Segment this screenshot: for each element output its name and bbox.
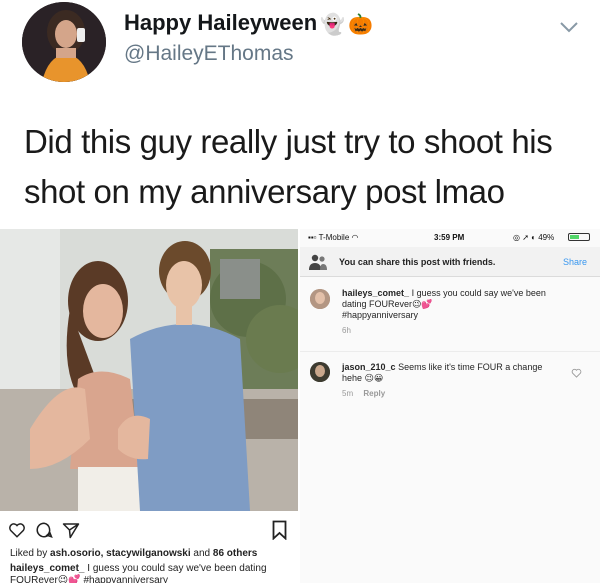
post-actions [8,520,80,540]
share-people-icon [308,253,328,271]
comment-username[interactable]: jason_210_c [342,362,396,372]
caption-emojis: 😉💕 [57,575,81,583]
liked-users[interactable]: ash.osorio, stacywilganowski [50,548,191,559]
heart-icon[interactable] [8,521,26,539]
share-message: You can share this post with friends. [339,257,496,267]
display-name[interactable]: Happy Haileyween 👻 🎃 [124,10,373,37]
liked-by-text: Liked by ash.osorio, stacywilganowski an… [10,548,257,559]
liked-middle: and [193,548,211,559]
comment-username[interactable]: haileys_comet_ [342,288,409,298]
heart-icon[interactable] [571,368,582,378]
caption-username[interactable]: haileys_comet_ [10,563,85,574]
comment-item: jason_210_c Seems like it's time FOUR a … [300,351,600,411]
share-button[interactable]: Share [563,257,587,267]
comment-icon[interactable] [35,521,53,539]
send-icon[interactable] [62,521,80,539]
commenter-avatar[interactable] [310,289,330,309]
profile-avatar[interactable] [22,2,106,82]
comment-text: haileys_comet_ I guess you could say we'… [342,288,546,320]
comment-item: haileys_comet_ I guess you could say we'… [300,281,600,345]
ghost-emoji-icon: 👻 [320,14,346,36]
battery-icon [568,233,590,241]
phone-screenshot: ▪▪▫ T-Mobile ◠ 3:59 PM ◎ ➚ ◐ 49% You can… [300,229,600,583]
liked-count[interactable]: 86 others [213,548,257,559]
comment-text: jason_210_c Seems like it's time FOUR a … [342,362,543,383]
comment-time: 5m [342,389,354,398]
comment-hashtag[interactable]: #happyanniversary [342,310,418,320]
comment-meta: 6h [342,326,351,335]
comment-emojis: 😉😀 [364,373,384,383]
post-caption: haileys_comet_ I guess you could say we'… [10,563,300,583]
status-time: 3:59 PM [434,233,465,242]
commenter-avatar[interactable] [310,362,330,382]
wifi-icon: ◠ [351,233,359,242]
comment-time: 6h [342,326,351,335]
caption-hashtag[interactable]: #happyanniversary [83,575,168,583]
bookmark-icon[interactable] [272,520,287,540]
reply-button[interactable]: Reply [363,389,385,398]
avatar-photo [22,2,106,82]
battery-percent: ◎ ➚ ◐ 49% [513,233,555,242]
chevron-down-icon[interactable] [556,14,582,40]
display-name-text: Happy Haileyween [124,10,318,35]
couple-photo [0,229,298,511]
liked-prefix: Liked by [10,548,48,559]
comment-meta: 5m Reply [342,389,385,398]
user-handle[interactable]: @HaileyEThomas [124,42,294,66]
carrier-label: ▪▪▫ T-Mobile ◠ [308,233,359,242]
comment-emojis: 😉💕 [412,299,433,309]
pumpkin-emoji-icon: 🎃 [348,14,373,36]
tweet-text: Did this guy really just try to shoot hi… [24,123,553,210]
status-bar: ▪▪▫ T-Mobile ◠ 3:59 PM ◎ ➚ ◐ 49% [300,229,600,245]
share-banner: You can share this post with friends. Sh… [300,247,600,277]
